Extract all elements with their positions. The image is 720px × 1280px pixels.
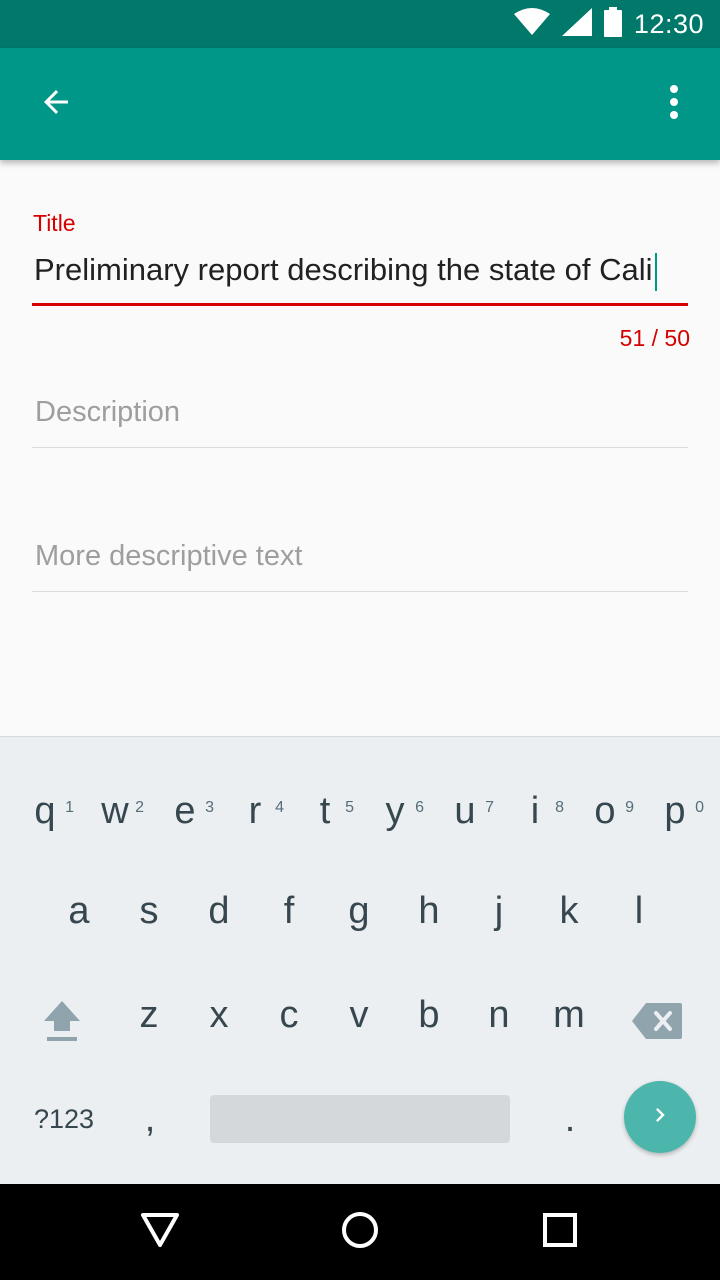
key-b[interactable]: b [394,967,464,1063]
key-y[interactable]: y6 [360,763,430,859]
key-q[interactable]: q1 [10,763,80,859]
shift-key[interactable] [27,975,97,1071]
title-underline-error [32,303,688,306]
more-vert-icon [668,84,680,125]
key-u[interactable]: u7 [430,763,500,859]
arrow-back-icon [38,84,74,125]
text-cursor [654,252,657,291]
key-g[interactable]: g [324,863,394,959]
key-t[interactable]: t5 [290,763,360,859]
key-label: i [530,789,540,832]
key-v[interactable]: v [324,967,394,1063]
key-hint: 8 [555,799,564,816]
key-j[interactable]: j [464,863,534,959]
key-hint: 4 [275,799,284,816]
app-bar [0,48,720,160]
key-p[interactable]: p0 [640,763,710,859]
key-hint: 9 [625,799,634,816]
key-f[interactable]: f [254,863,324,959]
backspace-icon [632,1002,682,1044]
key-e[interactable]: e3 [150,763,220,859]
delete-key[interactable] [622,975,692,1071]
key-l[interactable]: l [604,863,674,959]
key-hint: 1 [65,799,74,816]
key-a[interactable]: a [44,863,114,959]
description-underline [32,447,688,448]
title-label: Title [33,210,76,236]
key-label: u [454,789,476,832]
navigation-bar [0,1184,720,1280]
status-time: 12:30 [633,8,704,39]
recents-square-icon [542,1212,578,1253]
title-input[interactable]: Preliminary report describing the state … [32,240,688,300]
key-label: o [594,789,616,832]
cellular-signal-icon [561,7,592,41]
key-hint: 6 [415,799,424,816]
key-i[interactable]: i8 [500,763,570,859]
soft-keyboard: q1 w2 e3 r4 t5 y6 u7 i8 o9 p0 a s d f g … [0,736,720,1184]
nav-back-button[interactable] [128,1200,192,1264]
key-d[interactable]: d [184,863,254,959]
key-hint: 7 [485,799,494,816]
more-text-underline [32,591,688,592]
status-bar: 12:30 [0,0,720,48]
period-key[interactable]: . [540,1071,600,1167]
key-label: q [34,789,56,832]
back-button[interactable] [24,72,88,136]
key-r[interactable]: r4 [220,763,290,859]
more-text-input[interactable]: More descriptive text [32,526,688,586]
key-w[interactable]: w2 [80,763,150,859]
key-n[interactable]: n [464,967,534,1063]
key-hint: 0 [695,799,704,816]
key-m[interactable]: m [534,967,604,1063]
key-label: e [174,789,196,832]
key-label: w [101,789,129,832]
key-hint: 3 [205,799,214,816]
chevron-right-icon [646,1101,674,1134]
nav-recents-button[interactable] [528,1200,592,1264]
symbols-key[interactable]: ?123 [24,1071,104,1167]
key-c[interactable]: c [254,967,324,1063]
key-s[interactable]: s [114,863,184,959]
key-z[interactable]: z [114,967,184,1063]
key-o[interactable]: o9 [570,763,640,859]
shift-icon [42,999,82,1048]
character-counter: 51 / 50 [619,325,690,351]
key-k[interactable]: k [534,863,604,959]
nav-home-button[interactable] [328,1200,392,1264]
key-x[interactable]: x [184,967,254,1063]
home-circle-icon [340,1210,380,1255]
form: Title Preliminary report describing the … [0,160,720,736]
battery-icon [603,6,622,42]
overflow-menu-button[interactable] [642,72,706,136]
wifi-icon [513,7,550,41]
next-key[interactable] [624,1081,696,1153]
back-triangle-icon [140,1212,180,1253]
key-label: y [385,789,405,832]
description-input[interactable]: Description [32,382,688,442]
title-value: Preliminary report describing the state … [34,252,653,287]
key-hint: 2 [135,799,144,816]
space-key[interactable] [210,1095,510,1143]
key-label: p [664,789,686,832]
comma-key[interactable]: , [120,1071,180,1167]
key-h[interactable]: h [394,863,464,959]
key-label: t [319,789,331,832]
key-label: r [248,789,262,832]
key-hint: 5 [345,799,354,816]
